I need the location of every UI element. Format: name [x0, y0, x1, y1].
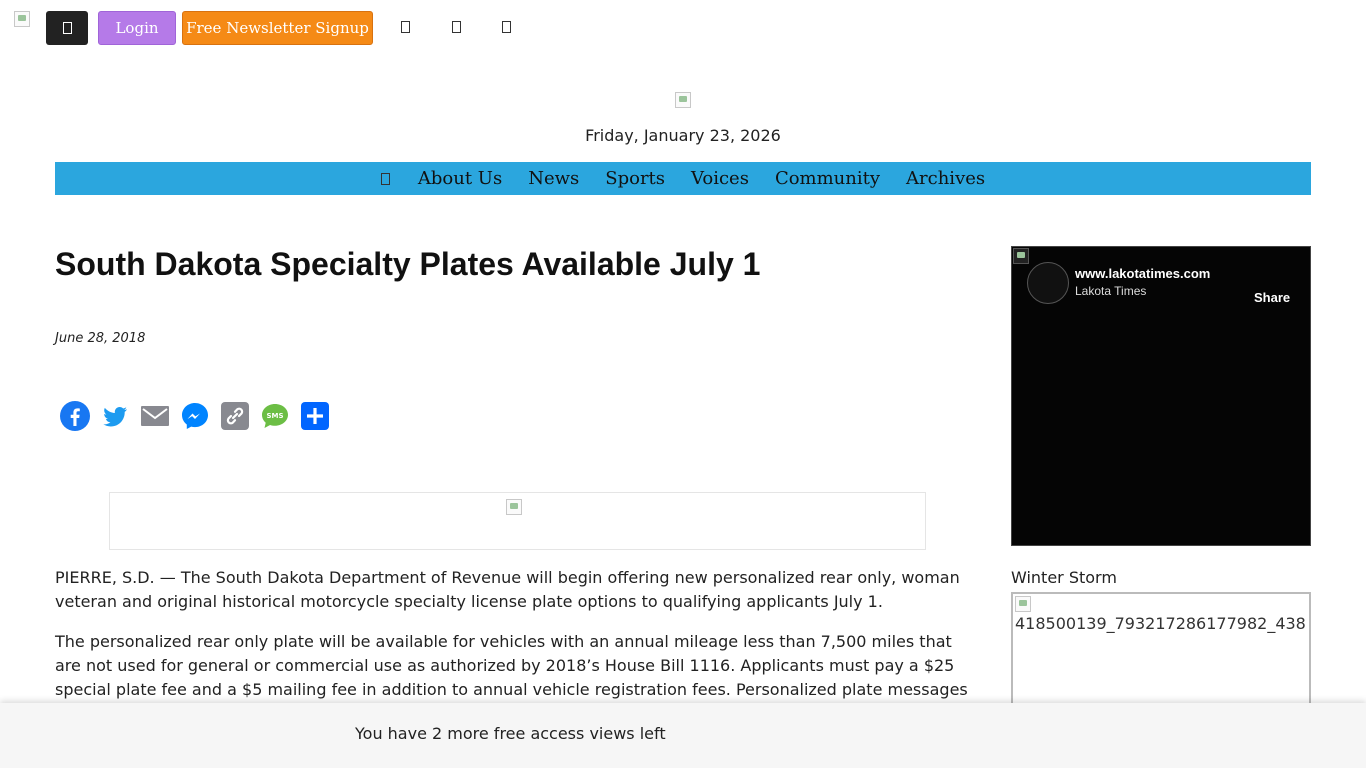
sms-share-button[interactable]: SMS — [259, 400, 291, 432]
menu-icon — [62, 22, 72, 34]
share-icon — [301, 402, 329, 430]
widget-title: Winter Storm — [1011, 568, 1117, 587]
share-buttons: SMS — [59, 400, 331, 432]
login-button[interactable]: Login — [98, 11, 176, 45]
nav-item-sports[interactable]: Sports — [605, 168, 665, 189]
menu-button[interactable] — [46, 11, 88, 45]
twitter-icon[interactable] — [452, 21, 461, 33]
email-share-button[interactable] — [139, 400, 171, 432]
free-views-message: You have 2 more free access views left — [355, 724, 666, 743]
widget-image-alt-text: 418500139_793217286177982_438 — [1015, 614, 1306, 633]
advertisement-frame[interactable] — [109, 492, 926, 550]
advertisement-image[interactable] — [506, 499, 522, 515]
article-date: June 28, 2018 — [55, 331, 146, 346]
article-paragraph: The personalized rear only plate will be… — [55, 632, 968, 699]
paywall-banner: You have 2 more free access views left — [0, 703, 1366, 768]
main-nav: About Us News Sports Voices Community Ar… — [55, 162, 1311, 195]
email-icon — [141, 406, 169, 426]
nav-item-voices[interactable]: Voices — [691, 168, 749, 189]
share-button[interactable] — [299, 400, 331, 432]
video-share-button[interactable]: Share — [1254, 290, 1290, 305]
article-headline: South Dakota Specialty Plates Available … — [55, 246, 761, 282]
facebook-icon[interactable] — [401, 21, 410, 33]
video-channel-url[interactable]: www.lakotatimes.com — [1075, 266, 1210, 281]
newsletter-signup-button[interactable]: Free Newsletter Signup — [182, 11, 373, 45]
masthead-logo-image[interactable] — [675, 92, 691, 108]
article-body: PIERRE, S.D. — The South Dakota Departme… — [55, 566, 973, 718]
site-logo-image[interactable] — [14, 11, 30, 27]
current-date: Friday, January 23, 2026 — [585, 126, 781, 145]
messenger-share-button[interactable] — [179, 400, 211, 432]
nav-item-news[interactable]: News — [528, 168, 579, 189]
nav-item-community[interactable]: Community — [775, 168, 880, 189]
copy-link-icon — [221, 402, 249, 430]
newsletter-label: Free Newsletter Signup — [186, 19, 369, 37]
twitter-share-button[interactable] — [99, 400, 131, 432]
home-icon[interactable] — [380, 172, 390, 185]
nav-item-about-us[interactable]: About Us — [418, 168, 502, 189]
channel-avatar[interactable] — [1027, 262, 1069, 304]
copy-link-button[interactable] — [219, 400, 251, 432]
sms-icon: SMS — [262, 404, 288, 428]
svg-text:SMS: SMS — [266, 412, 283, 420]
video-thumbnail-image — [1013, 248, 1029, 264]
nav-item-archives[interactable]: Archives — [906, 168, 985, 189]
login-label: Login — [115, 19, 159, 37]
facebook-share-button[interactable] — [59, 400, 91, 432]
twitter-icon — [103, 407, 127, 427]
instagram-icon[interactable] — [502, 21, 511, 33]
video-embed[interactable]: www.lakotatimes.com Lakota Times Share — [1011, 246, 1311, 546]
article-paragraph: PIERRE, S.D. — The South Dakota Departme… — [55, 568, 960, 611]
video-channel-name[interactable]: Lakota Times — [1075, 284, 1146, 298]
facebook-icon — [60, 401, 90, 431]
widget-image[interactable] — [1015, 596, 1031, 612]
messenger-icon — [182, 403, 208, 429]
